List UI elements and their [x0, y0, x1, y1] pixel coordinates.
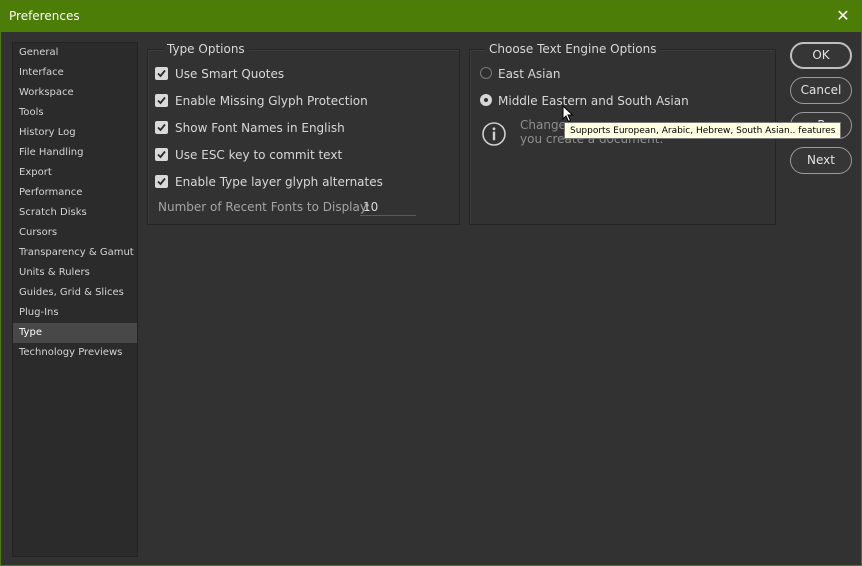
text-engine-legend: Choose Text Engine Options: [485, 42, 661, 56]
sidebar-item-workspace[interactable]: Workspace: [13, 83, 137, 103]
option-label: Use ESC key to commit text: [175, 148, 343, 162]
radio-button[interactable]: [480, 67, 492, 79]
sidebar-item-guides-grid-slices[interactable]: Guides, Grid & Slices: [13, 283, 137, 303]
checkbox[interactable]: [155, 94, 168, 107]
radio-button[interactable]: [480, 94, 492, 106]
option-label: Enable Type layer glyph alternates: [175, 175, 383, 189]
checkbox[interactable]: [155, 148, 168, 161]
mouse-cursor-icon: [562, 105, 574, 123]
sidebar-item-units-rulers[interactable]: Units & Rulers: [13, 263, 137, 283]
info-icon: [482, 122, 506, 146]
checkbox[interactable]: [155, 67, 168, 80]
sidebar-item-export[interactable]: Export: [13, 163, 137, 183]
checkbox[interactable]: [155, 175, 168, 188]
tooltip: Supports European, Arabic, Hebrew, South…: [564, 122, 842, 139]
preferences-sidebar: General Interface Workspace Tools Histor…: [12, 42, 138, 557]
recent-fonts-label: Number of Recent Fonts to Display:: [158, 200, 371, 214]
sidebar-item-cursors[interactable]: Cursors: [13, 223, 137, 243]
radio-label: Middle Eastern and South Asian: [498, 94, 689, 108]
sidebar-item-file-handling[interactable]: File Handling: [13, 143, 137, 163]
sidebar-item-type[interactable]: Type: [13, 323, 137, 343]
radio-label: East Asian: [498, 67, 561, 81]
cancel-button[interactable]: Cancel: [790, 77, 852, 104]
sidebar-item-history-log[interactable]: History Log: [13, 123, 137, 143]
recent-fonts-input[interactable]: 10: [360, 198, 416, 216]
sidebar-item-performance[interactable]: Performance: [13, 183, 137, 203]
title-bar: Preferences ✕: [1, 1, 861, 32]
option-label: Show Font Names in English: [175, 121, 345, 135]
sidebar-item-general[interactable]: General: [13, 43, 137, 63]
sidebar-item-scratch-disks[interactable]: Scratch Disks: [13, 203, 137, 223]
type-options-legend: Type Options: [163, 42, 249, 56]
sidebar-item-technology-previews[interactable]: Technology Previews: [13, 343, 137, 363]
next-button[interactable]: Next: [790, 147, 852, 174]
sidebar-item-plug-ins[interactable]: Plug-Ins: [13, 303, 137, 323]
dialog-title: Preferences: [9, 9, 80, 23]
preferences-dialog: Preferences ✕ General Interface Workspac…: [0, 0, 862, 566]
sidebar-item-tools[interactable]: Tools: [13, 103, 137, 123]
sidebar-item-transparency-gamut[interactable]: Transparency & Gamut: [13, 243, 137, 263]
option-label: Enable Missing Glyph Protection: [175, 94, 368, 108]
type-options-group: Type Options Use Smart Quotes Enable Mis…: [147, 42, 460, 225]
sidebar-item-interface[interactable]: Interface: [13, 63, 137, 83]
close-icon[interactable]: ✕: [833, 6, 853, 26]
checkbox[interactable]: [155, 121, 168, 134]
ok-button[interactable]: OK: [790, 42, 852, 69]
option-label: Use Smart Quotes: [175, 67, 285, 81]
